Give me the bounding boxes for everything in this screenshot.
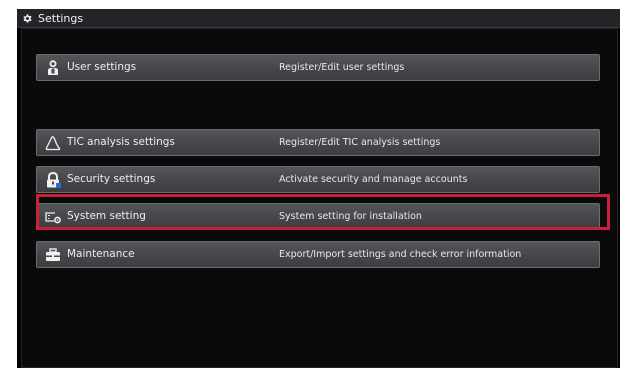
tic-analysis-settings-label: TIC analysis settings: [67, 136, 175, 148]
security-settings-button[interactable]: Security settings Activate security and …: [36, 166, 600, 193]
security-settings-description: Activate security and manage accounts: [279, 174, 468, 185]
security-settings-label: Security settings: [67, 173, 156, 185]
user-settings-description: Register/Edit user settings: [279, 62, 405, 73]
tic-analysis-settings-description: Register/Edit TIC analysis settings: [279, 137, 441, 148]
user-icon: [48, 60, 58, 75]
tic-analysis-settings-button[interactable]: TIC analysis settings Register/Edit TIC …: [36, 129, 600, 156]
maintenance-description: Export/Import settings and check error i…: [279, 249, 522, 260]
toolbox-icon: [46, 248, 60, 261]
system-setting-label: System setting: [67, 210, 146, 222]
window-title: Settings: [38, 11, 84, 25]
lock-icon: [47, 172, 61, 188]
user-settings-label: User settings: [67, 61, 137, 73]
maintenance-label: Maintenance: [67, 248, 135, 260]
system-setting-description: System setting for installation: [279, 211, 422, 222]
system-setting-button[interactable]: System setting System setting for instal…: [36, 203, 600, 230]
system-icon: [45, 212, 61, 224]
user-settings-button[interactable]: User settings Register/Edit user setting…: [36, 54, 600, 81]
title-bar: Settings: [17, 9, 620, 28]
screen: Settings User settings Register/Edit use…: [0, 0, 621, 379]
gear-icon: [23, 13, 32, 23]
settings-window: Settings User settings Register/Edit use…: [17, 9, 620, 368]
tic-curve-icon: [45, 136, 61, 151]
maintenance-button[interactable]: Maintenance Export/Import settings and c…: [36, 241, 600, 268]
settings-panel: User settings Register/Edit user setting…: [21, 28, 618, 368]
